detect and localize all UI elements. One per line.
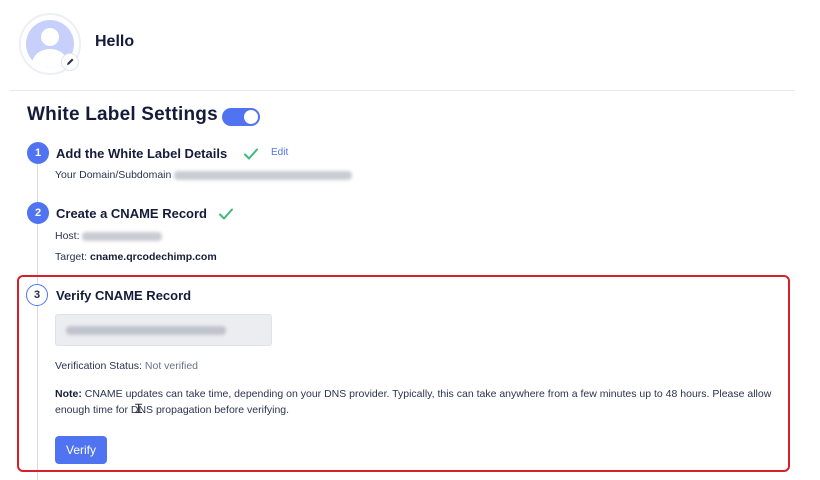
step-number-1: 1 (27, 142, 49, 164)
step-title-add-details: Add the White Label Details (56, 146, 228, 161)
target-detail: Target: cname.qrcodechimp.com (55, 251, 217, 263)
divider (10, 90, 795, 91)
step-number-3: 3 (26, 284, 48, 306)
greeting-text: Hello (95, 33, 135, 50)
domain-label: Your Domain/Subdomain (55, 169, 172, 181)
step-title-create-cname: Create a CNAME Record (56, 206, 207, 221)
host-label: Host: (55, 230, 80, 242)
step-number-2: 2 (27, 202, 49, 224)
pencil-icon[interactable] (61, 53, 79, 71)
edit-link[interactable]: Edit (271, 147, 288, 158)
step-title-verify-cname: Verify CNAME Record (56, 288, 192, 303)
verification-status: Verification Status: Not verified (55, 360, 198, 372)
note-label: Note: (55, 388, 82, 400)
target-label: Target: (55, 251, 88, 263)
verify-button[interactable]: Verify (55, 436, 107, 464)
host-detail: Host: (55, 230, 163, 242)
check-icon (219, 208, 233, 220)
domain-detail: Your Domain/Subdomain (55, 169, 353, 181)
status-value: Not verified (144, 360, 198, 372)
note-text: CNAME updates can take time, depending o… (55, 388, 772, 416)
domain-field[interactable] (55, 314, 272, 346)
page-title: White Label Settings (27, 104, 218, 125)
check-icon (244, 148, 258, 160)
host-value-redacted (82, 231, 163, 241)
status-label: Verification Status: (55, 360, 142, 372)
target-value: cname.qrcodechimp.com (90, 251, 217, 263)
domain-value-redacted (174, 170, 353, 180)
domain-field-value-redacted (66, 326, 226, 335)
dns-note: Note: CNAME updates can take time, depen… (55, 386, 775, 418)
toggle-knob (244, 110, 258, 124)
profile-header: Hello (0, 0, 820, 90)
highlight-box (17, 275, 790, 472)
white-label-toggle[interactable] (222, 108, 260, 126)
text-cursor-icon: Ɪ (135, 401, 143, 416)
